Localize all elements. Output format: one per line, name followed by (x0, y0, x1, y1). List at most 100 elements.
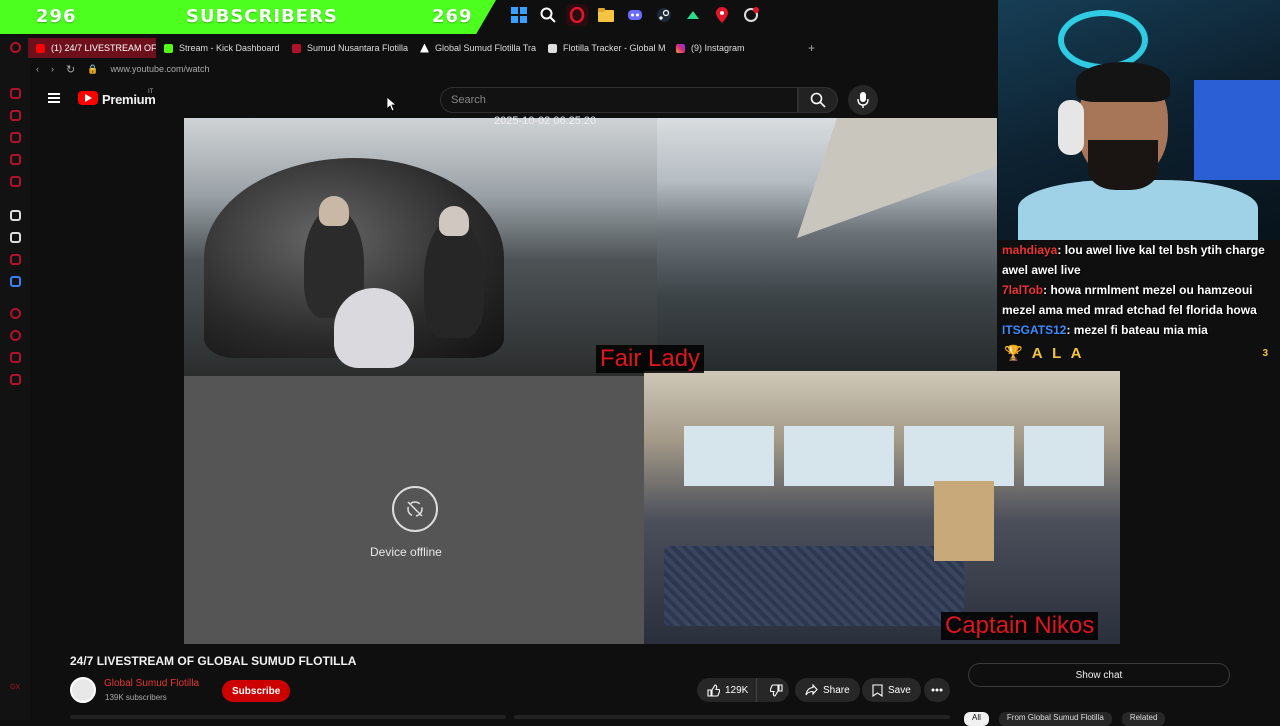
file-explorer-icon[interactable] (595, 4, 617, 26)
tab-instagram[interactable]: (9) Instagram (668, 38, 796, 58)
kick-favicon-icon (164, 43, 173, 53)
leaderboard-alert: 🏆 A L A 3 (998, 342, 1280, 364)
reload-icon[interactable]: ↻ (66, 63, 75, 76)
boat-label-captain-nikos: Captain Nikos (941, 612, 1099, 640)
save-label: Save (888, 684, 911, 696)
chat-username: mahdiaya (1002, 243, 1058, 257)
person (424, 218, 484, 338)
sidebar-app-icon[interactable] (10, 254, 21, 265)
like-count: 129K (725, 684, 749, 696)
sidebar-shortcut-icon[interactable] (10, 110, 21, 121)
person-hood (334, 288, 414, 368)
chat-text: : mezel fi bateau mia mia (1066, 323, 1208, 337)
address-bar: ‹ › ↻ 🔒 www.youtube.com/watch (28, 60, 998, 78)
show-chat-button[interactable]: Show chat (968, 663, 1230, 687)
mouse-cursor-icon (387, 97, 397, 112)
channel-name[interactable]: Global Sumud Flotilla (104, 678, 199, 689)
search-icon (810, 92, 826, 108)
search-placeholder: Search (451, 94, 486, 106)
discord-icon[interactable] (624, 4, 646, 26)
tab-sumud-nusantara[interactable]: Sumud Nusantara Flotilla (284, 38, 412, 58)
streamer-beard (1088, 140, 1158, 190)
boat-label-fair-lady: Fair Lady (596, 345, 705, 373)
sub-count-right: 269 (432, 6, 473, 27)
tab-favicon-icon (420, 43, 429, 53)
search-input[interactable]: Search (440, 87, 798, 113)
device-offline-icon (392, 486, 438, 532)
tab-flotilla-tracker[interactable]: Flotilla Tracker - Global M (540, 38, 668, 58)
more-horizontal-icon (931, 688, 943, 692)
youtube-header: Premium IT Search (30, 82, 998, 118)
settings-icon[interactable] (10, 374, 21, 385)
more-actions-button[interactable] (924, 678, 950, 702)
windows-start-icon[interactable] (508, 4, 530, 26)
dislike-button[interactable] (762, 678, 791, 702)
opera-menu-icon[interactable] (10, 42, 21, 53)
tab-youtube[interactable]: (1) 24/7 LIVESTREAM OF (28, 38, 156, 58)
like-button[interactable]: 129K (697, 678, 758, 702)
voice-search-button[interactable] (848, 85, 878, 115)
sidebar-shortcut-icon[interactable] (10, 176, 21, 187)
streamer-hair (1076, 62, 1170, 102)
sidebar-shortcut-icon[interactable] (10, 132, 21, 143)
chip-from-channel[interactable]: From Global Sumud Flotilla (998, 712, 1112, 726)
sidebar-tool-icon[interactable] (10, 352, 21, 363)
tab-global-sumud[interactable]: Global Sumud Flotilla Tra (412, 38, 540, 58)
cabin-window (684, 426, 774, 486)
steam-icon[interactable] (653, 4, 675, 26)
chip-all[interactable]: All (964, 712, 989, 726)
tab-favicon-icon (548, 43, 557, 53)
history-icon[interactable] (10, 330, 21, 341)
sidebar-app-icon[interactable] (10, 210, 21, 221)
tab-label: Stream - Kick Dashboard (179, 43, 280, 53)
youtube-favicon-icon (36, 43, 45, 53)
person-head (319, 196, 349, 226)
forward-icon[interactable]: › (51, 64, 54, 74)
sidebar-tool-icon[interactable] (10, 308, 21, 319)
app-icon[interactable] (682, 4, 704, 26)
microphone-icon (857, 92, 869, 108)
subscriber-count: 139K subscribers (105, 693, 167, 702)
thumbs-up-icon (707, 683, 720, 697)
chat-message: ITSGATS12: mezel fi bateau mia mia (998, 320, 1280, 340)
back-icon[interactable]: ‹ (36, 64, 39, 74)
youtube-logo-icon[interactable] (78, 91, 98, 105)
channel-avatar[interactable] (70, 677, 96, 703)
gx-icon[interactable]: GX (10, 684, 24, 695)
tab-label: (1) 24/7 LIVESTREAM OF (51, 43, 156, 53)
save-button[interactable]: Save (862, 678, 921, 702)
chat-overlay: mahdiaya: lou awel live kal tel bsh ytih… (998, 240, 1280, 375)
x-twitter-icon[interactable] (10, 232, 21, 243)
streamer-webcam (998, 0, 1280, 240)
opera-browser-icon[interactable] (566, 4, 588, 26)
tab-label: (9) Instagram (691, 43, 745, 53)
url-field[interactable]: www.youtube.com/watch (110, 64, 209, 74)
video-timestamp: 2025-10-02 06:25:20 (494, 115, 597, 127)
sidebar-app-icon[interactable] (10, 276, 21, 287)
search-button[interactable] (798, 87, 838, 113)
camera-feed-fair-lady (184, 118, 657, 376)
sub-count-left: 296 (36, 6, 77, 27)
tab-kick[interactable]: Stream - Kick Dashboard (156, 38, 284, 58)
new-tab-button[interactable]: + (808, 41, 815, 55)
sidebar-shortcut-icon[interactable] (10, 154, 21, 165)
share-button[interactable]: Share (795, 678, 860, 702)
led-light (1058, 10, 1148, 70)
bookmark-icon (872, 683, 883, 697)
location-pin-icon[interactable] (711, 4, 733, 26)
subscribe-button[interactable]: Subscribe (222, 680, 291, 702)
alert-text: A L A (1031, 344, 1085, 362)
person-head (439, 206, 469, 236)
hamburger-menu-icon[interactable] (48, 93, 60, 103)
sidebar-shortcut-icon[interactable] (10, 88, 21, 99)
background-monitor (1194, 80, 1280, 180)
cabin-window (904, 426, 1014, 486)
tab-label: Sumud Nusantara Flotilla (307, 43, 409, 53)
share-icon (805, 684, 818, 696)
chip-related[interactable]: Related (1121, 712, 1166, 726)
camera-feed-sail (657, 118, 997, 373)
notification-icon[interactable] (740, 4, 762, 26)
search-icon[interactable] (537, 4, 559, 26)
subscriber-goal-bar: 296 SUBSCRIBERS 269 (0, 0, 496, 34)
video-player[interactable] (30, 118, 1120, 644)
